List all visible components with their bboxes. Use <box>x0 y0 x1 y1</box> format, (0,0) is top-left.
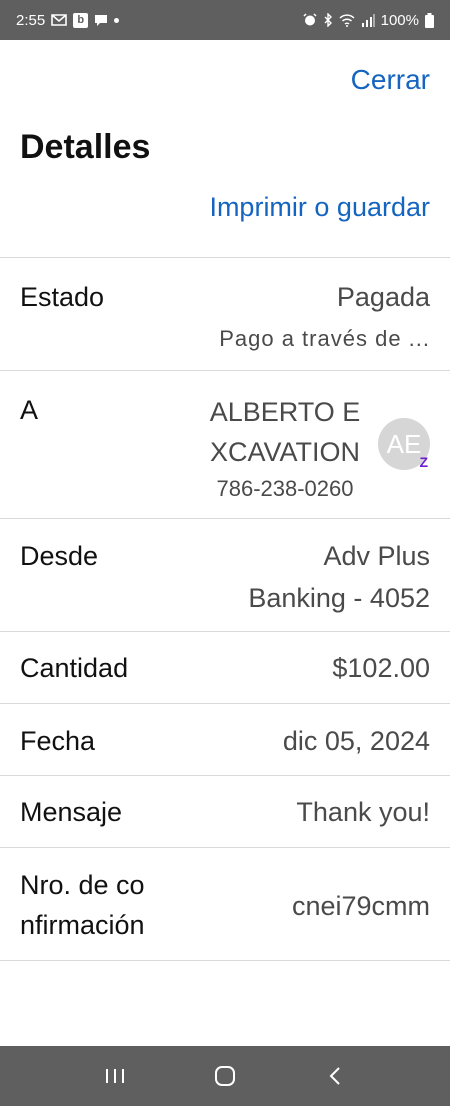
divider <box>0 518 450 519</box>
dot-icon <box>114 17 120 23</box>
from-value-line2: Banking - 4052 <box>248 583 430 613</box>
divider <box>0 847 450 848</box>
divider <box>0 370 450 371</box>
signal-icon <box>361 13 375 27</box>
chat-icon <box>94 14 108 27</box>
status-bar: 2:55 b 100% <box>0 0 450 40</box>
date-value: dic 05, 2024 <box>282 726 430 756</box>
divider <box>0 960 450 961</box>
message-value: Thank you! <box>296 797 430 827</box>
status-time: 2:55 <box>16 11 46 29</box>
from-label: Desde <box>20 541 99 571</box>
system-nav-bar <box>0 1046 450 1106</box>
divider <box>0 257 450 258</box>
status-subvalue[interactable]: Pago a través de ... <box>219 326 430 352</box>
message-label: Mensaje <box>20 797 123 827</box>
recipient-name-line1: ALBERTO E <box>209 397 361 427</box>
status-value: Pagada <box>336 282 430 312</box>
divider <box>0 775 450 776</box>
divider <box>0 703 450 704</box>
wifi-icon <box>339 13 355 27</box>
recipient-info: ALBERTO E XCAVATION 786-238-0260 <box>170 392 400 502</box>
page-title: Detalles <box>20 128 151 166</box>
home-icon[interactable] <box>205 1056 245 1096</box>
zelle-icon: Z <box>419 454 428 470</box>
gmail-icon <box>51 14 68 26</box>
status-left: 2:55 b <box>16 11 120 29</box>
confirmation-label-line1: Nro. de co <box>20 870 145 900</box>
from-value-line1: Adv Plus <box>323 541 430 571</box>
status-right: 100% <box>303 12 434 29</box>
confirmation-value: cnei79cmm <box>291 891 430 921</box>
recipient-label: A <box>20 395 39 425</box>
amount-label: Cantidad <box>20 653 129 683</box>
bluetooth-icon <box>323 13 333 27</box>
amount-value: $102.00 <box>332 653 430 683</box>
divider <box>0 631 450 632</box>
recipient-phone: 786-238-0260 <box>216 476 354 501</box>
battery-percent: 100% <box>380 11 419 29</box>
b-app-icon: b <box>73 12 89 28</box>
close-button[interactable]: Cerrar <box>351 64 430 96</box>
date-label: Fecha <box>20 726 96 756</box>
back-icon[interactable] <box>315 1056 355 1096</box>
status-label: Estado <box>20 282 105 312</box>
battery-icon <box>425 12 434 28</box>
recent-apps-icon[interactable] <box>95 1056 135 1096</box>
print-or-save-button[interactable]: Imprimir o guardar <box>209 192 430 223</box>
recipient-name-line2: XCAVATION <box>209 437 361 467</box>
alarm-icon <box>303 13 317 27</box>
confirmation-label-line2: nfirmación <box>20 910 145 940</box>
